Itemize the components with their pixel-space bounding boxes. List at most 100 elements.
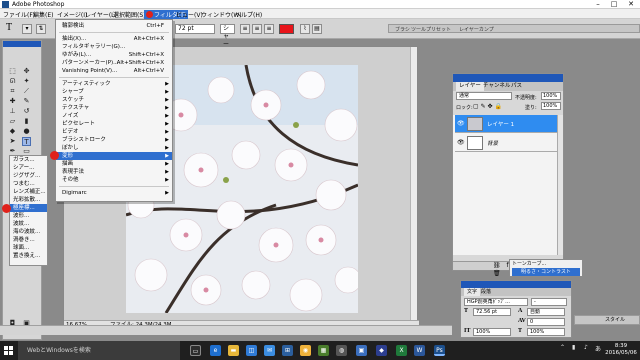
taskbar-search-box[interactable]: WebとWindowsを検索 xyxy=(18,341,180,360)
filter-menu-item[interactable]: フィルタギャラリー(G)... xyxy=(56,43,172,51)
filter-menu-item[interactable]: ノイズ ▶ xyxy=(56,112,172,120)
taskbar-clock[interactable]: 8:39 2016/05/06 xyxy=(604,343,638,357)
filter-menu-item[interactable]: Digimarc ▶ xyxy=(56,189,172,197)
filter-menu-item[interactable]: パターンメーカー(P)... Alt+Shift+Ctrl+X xyxy=(56,59,172,67)
type-tool-icon[interactable]: T xyxy=(22,137,31,146)
orientation-toggle-icon[interactable]: ⇅ xyxy=(36,24,46,34)
opacity-input[interactable]: 100% xyxy=(541,92,561,100)
distort-submenu-item[interactable]: 置き換え... xyxy=(10,252,47,260)
eye-icon[interactable]: 👁 xyxy=(457,139,465,146)
stamp-tool-icon[interactable]: ⊥ xyxy=(8,107,17,116)
distort-submenu-item[interactable]: つまむ... xyxy=(10,180,47,188)
tab-tool-presets[interactable]: ツールプリセット xyxy=(411,26,451,33)
distort-submenu-item[interactable]: 球面... xyxy=(10,244,47,252)
filter-menu-item[interactable]: Vanishing Point(V)... Alt+Ctrl+V xyxy=(56,67,172,75)
filter-menu-item[interactable]: その他 ▶ xyxy=(56,176,172,184)
slice-tool-icon[interactable]: ⟋ xyxy=(22,87,31,96)
brush-tool-icon[interactable]: ✎ xyxy=(22,97,31,106)
menu-file[interactable]: ファイル(F) xyxy=(3,10,35,19)
file-explorer-icon[interactable]: ▬ xyxy=(228,345,239,356)
filter-menu-item[interactable]: 輪郭検出 Ctrl+F xyxy=(56,22,172,30)
lock-icons[interactable]: ▢ ✎ ✥ 🔒 xyxy=(473,103,502,110)
filter-menu-item[interactable]: 描画 ▶ xyxy=(56,160,172,168)
word-icon[interactable]: W xyxy=(414,345,425,356)
distort-submenu-item[interactable]: ガラス... xyxy=(10,156,47,164)
antialias-select[interactable]: シャープ xyxy=(220,24,235,56)
styles-palette-tab[interactable]: スタイル xyxy=(574,315,640,325)
app-icon[interactable]: ◆ xyxy=(376,345,387,356)
tray-ime-icon[interactable]: あ xyxy=(595,344,601,353)
blur-tool-icon[interactable]: ◆ xyxy=(8,127,17,136)
filter-menu-item[interactable]: ブラシストローク ▶ xyxy=(56,136,172,144)
document-scrollbar[interactable] xyxy=(410,47,417,322)
adjust-item-curves[interactable]: トーンカーブ... xyxy=(512,260,546,268)
windows-app-icon[interactable]: ⊞ xyxy=(282,345,293,356)
tool-preset-picker[interactable]: ▾ xyxy=(22,24,32,34)
move-tool-icon[interactable]: ✥ xyxy=(22,67,31,76)
distort-submenu-item[interactable]: 波形... xyxy=(10,212,47,220)
distort-submenu-item[interactable]: 波紋... xyxy=(10,220,47,228)
filter-menu-item[interactable]: 変形 ▶ xyxy=(50,151,172,160)
tab-channels[interactable]: チャンネル xyxy=(483,82,510,91)
tab-paths[interactable]: パス xyxy=(511,82,522,91)
gradient-tool-icon[interactable]: ▮ xyxy=(22,117,31,126)
distort-submenu-item[interactable]: 極座標... xyxy=(2,204,47,213)
char-horizontal-scale[interactable]: 100% xyxy=(527,328,565,336)
char-tracking[interactable]: 0 xyxy=(527,318,565,326)
lasso-tool-icon[interactable]: ᘏ xyxy=(8,77,17,86)
excel-icon[interactable]: X xyxy=(396,345,407,356)
layer-row[interactable]: 👁 レイヤー 1 xyxy=(455,115,561,133)
task-view-icon[interactable]: ▭ xyxy=(190,345,201,356)
tab-brushes[interactable]: ブラシ xyxy=(395,26,410,33)
mail-icon[interactable]: ✉ xyxy=(264,345,275,356)
healing-brush-tool-icon[interactable]: ✚ xyxy=(8,97,17,106)
folder-app-icon[interactable]: ▦ xyxy=(318,345,329,356)
dodge-tool-icon[interactable]: ● xyxy=(22,127,31,136)
distort-submenu-item[interactable]: ジグザグ... xyxy=(10,172,47,180)
tray-volume-icon[interactable]: ♪ xyxy=(584,344,588,351)
blend-mode-select[interactable]: 通常 xyxy=(456,92,512,100)
menu-select[interactable]: 選択範囲(S) xyxy=(113,10,146,19)
warp-text-icon[interactable]: ⌇ xyxy=(300,24,310,34)
media-app-icon[interactable]: ◍ xyxy=(336,345,347,356)
magic-wand-tool-icon[interactable]: ✦ xyxy=(22,77,31,86)
font-size-select[interactable]: 72 pt xyxy=(175,24,215,34)
path-selection-tool-icon[interactable]: ➤ xyxy=(8,137,17,146)
align-right-icon[interactable]: ≡ xyxy=(264,24,274,34)
tab-layer-comps[interactable]: レイヤーカンプ xyxy=(459,26,494,33)
filter-menu-item[interactable]: ゆがみ(L)... Shift+Ctrl+X xyxy=(56,51,172,59)
filter-menu-item[interactable]: アーティスティック ▶ xyxy=(56,80,172,88)
filter-menu-item[interactable]: シャープ ▶ xyxy=(56,88,172,96)
tray-up-arrow-icon[interactable]: ⌃ xyxy=(560,344,565,351)
tab-paragraph[interactable]: 段落 xyxy=(481,288,491,296)
maximize-button[interactable]: □ xyxy=(606,0,622,9)
adjust-item-brightness-contrast[interactable]: 明るさ・コントラスト xyxy=(512,268,580,276)
align-left-icon[interactable]: ≡ xyxy=(240,24,250,34)
char-font-style[interactable]: - xyxy=(531,298,567,306)
history-brush-tool-icon[interactable]: ↺ xyxy=(22,107,31,116)
close-button[interactable]: ✕ xyxy=(623,0,639,9)
eye-icon[interactable]: 👁 xyxy=(457,120,465,127)
distort-submenu-item[interactable]: 渦巻き... xyxy=(10,236,47,244)
eraser-tool-icon[interactable]: ▱ xyxy=(8,117,17,126)
filter-menu-item[interactable]: ぼかし ▶ xyxy=(56,144,172,152)
crop-tool-icon[interactable]: ⌗ xyxy=(8,87,17,96)
minimize-button[interactable]: – xyxy=(590,0,606,9)
menu-view[interactable]: ビュー(V) xyxy=(176,10,203,19)
windows-start-icon[interactable] xyxy=(4,346,13,355)
layers-scrollbar[interactable] xyxy=(557,115,563,255)
distort-submenu-item[interactable]: レンズ補正... xyxy=(10,188,47,196)
marquee-tool-icon[interactable]: ⬚ xyxy=(8,67,17,76)
layer-row[interactable]: 👁 背景 xyxy=(455,134,561,152)
distort-submenu-item[interactable]: シアー... xyxy=(10,164,47,172)
fill-input[interactable]: 100% xyxy=(541,102,561,110)
filter-menu-item[interactable]: 表現手法 ▶ xyxy=(56,168,172,176)
chrome-icon[interactable]: ◉ xyxy=(300,345,311,356)
filter-menu-item[interactable]: テクスチャ ▶ xyxy=(56,104,172,112)
character-panel-toggle-icon[interactable]: ▤ xyxy=(312,24,322,34)
edge-icon[interactable]: e xyxy=(210,345,221,356)
tab-character[interactable]: 文字 xyxy=(464,288,481,296)
char-font-family[interactable]: HGP創英角ﾎﾟｯﾌﾟ... xyxy=(464,298,528,306)
filter-menu-item[interactable]: スケッチ ▶ xyxy=(56,96,172,104)
align-center-icon[interactable]: ≡ xyxy=(252,24,262,34)
